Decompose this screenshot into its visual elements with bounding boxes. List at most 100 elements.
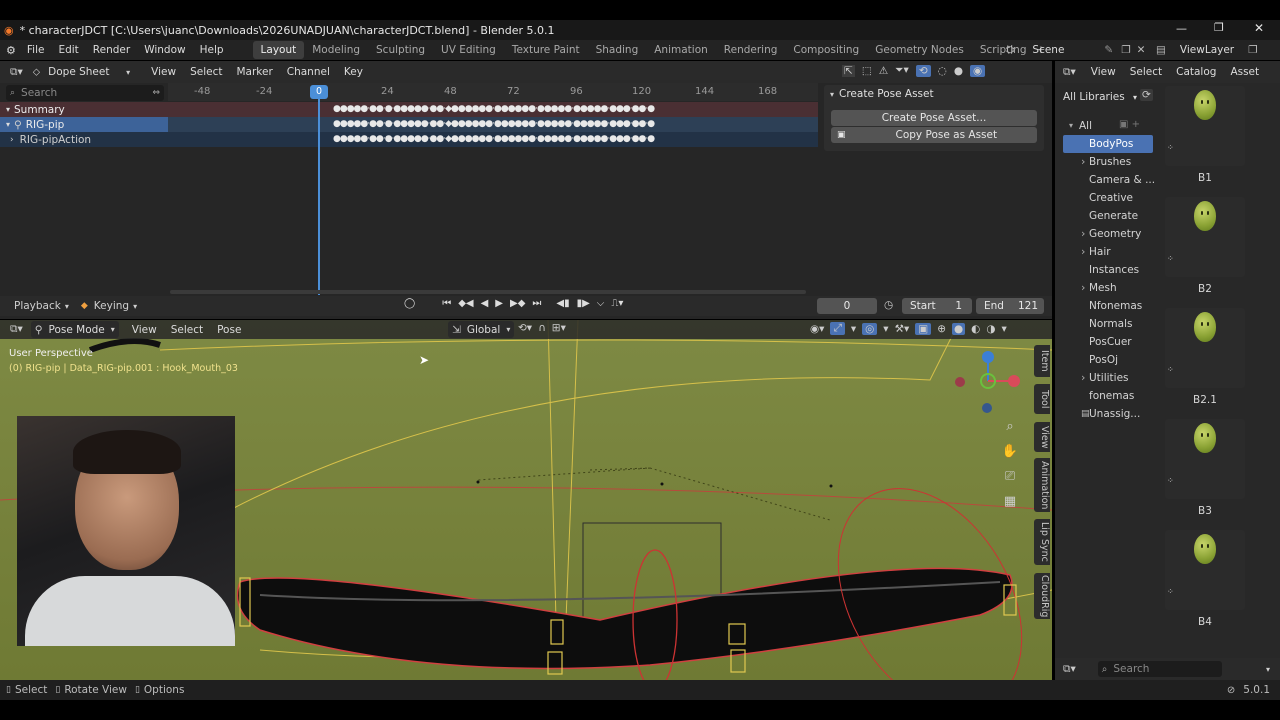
asset-thumbnail[interactable]: ⁘	[1165, 530, 1245, 610]
catalog-nfonemas[interactable]: Nfonemas	[1063, 297, 1153, 315]
dopesheet-menu-view[interactable]: View	[144, 66, 183, 78]
overlay-icon[interactable]: ◎	[862, 322, 878, 335]
catalog-hair[interactable]: › Hair	[1063, 243, 1153, 261]
gizmo-dropdown-icon[interactable]: ▾	[851, 323, 856, 335]
tab-sculpting[interactable]: Sculpting	[368, 41, 433, 59]
editor-type-icon[interactable]: ⧉▾	[1063, 66, 1076, 79]
catalog-normals[interactable]: Normals	[1063, 315, 1153, 333]
viewport-tab-animation[interactable]: Animation	[1034, 458, 1050, 512]
asset-item[interactable]: ⁘ B3	[1165, 419, 1245, 517]
catalog-mesh[interactable]: › Mesh	[1063, 279, 1153, 297]
jump-end-icon[interactable]: ⏭	[532, 298, 541, 309]
new-catalog-icon[interactable]: ▣ +	[1119, 119, 1140, 130]
start-frame-field[interactable]: Start 1	[902, 298, 972, 314]
chevron-right-icon[interactable]: ›	[1081, 279, 1085, 297]
catalog-creative[interactable]: Creative	[1063, 189, 1153, 207]
editor-type-icon[interactable]: ⧉▾	[10, 323, 23, 336]
sync-icon[interactable]: ⌵	[597, 298, 605, 309]
asset-menu-select[interactable]: Select	[1123, 66, 1169, 78]
tab-layout[interactable]: Layout	[252, 41, 305, 59]
viewport-tab-tool[interactable]: Tool	[1034, 384, 1050, 414]
jump-start-icon[interactable]: ⏮	[442, 298, 451, 309]
refresh-icon[interactable]: ⟳	[1140, 89, 1153, 101]
play-icon[interactable]: ▶	[495, 298, 503, 309]
tab-animation[interactable]: Animation	[646, 41, 716, 59]
asset-search-input[interactable]: ⌕ Search	[1097, 661, 1222, 677]
copy-pose-button[interactable]: ▣ Copy Pose as Asset	[831, 127, 1037, 143]
viewport-menu-pose[interactable]: Pose	[210, 324, 248, 336]
axis-gizmo[interactable]	[950, 345, 1024, 415]
viewport-tab-cloudrig[interactable]: CloudRig	[1034, 573, 1050, 619]
proportional-icon[interactable]: ◌	[938, 65, 947, 77]
tab-uv-editing[interactable]: UV Editing	[433, 41, 504, 59]
asset-thumbnail[interactable]: ⁘	[1165, 308, 1245, 388]
viewport-menu-select[interactable]: Select	[164, 324, 210, 336]
record-icon[interactable]: ◯	[404, 298, 415, 309]
library-dropdown[interactable]: All Libraries ▾	[1063, 89, 1137, 105]
clock-icon[interactable]: ◷	[884, 299, 893, 311]
snap-magnet-icon[interactable]: ∩	[538, 322, 546, 334]
timeline-scrollbar[interactable]	[170, 290, 806, 294]
snap-icon[interactable]: ⟲	[915, 64, 931, 77]
shading-dropdown-icon[interactable]: ▾	[1002, 323, 1007, 335]
catalog-utilities[interactable]: › Utilities	[1063, 369, 1153, 387]
zoom-icon[interactable]: ⌕	[999, 416, 1021, 438]
catalog-geometry[interactable]: › Geometry	[1063, 225, 1153, 243]
pose-asset-header[interactable]: ▾ Create Pose Asset	[830, 85, 1044, 103]
pin-icon[interactable]: ✎	[1104, 44, 1113, 56]
playback-menu[interactable]: Playback ▾	[14, 300, 69, 312]
xray-icon[interactable]: ▣	[915, 322, 932, 335]
wireframe-shading-icon[interactable]: ⊕	[937, 323, 946, 335]
asset-thumbnail[interactable]: ⁘	[1165, 197, 1245, 277]
menu-edit[interactable]: Edit	[51, 44, 85, 56]
material-shading-icon[interactable]: ◐	[971, 323, 980, 335]
viewport-tab-lip-sync[interactable]: Lip Sync	[1034, 519, 1050, 565]
viewport-tab-item[interactable]: Item	[1034, 345, 1050, 377]
minimize-icon[interactable]: —	[1176, 22, 1187, 35]
blender-menu-icon[interactable]: ⚙	[6, 44, 16, 57]
viewport-3d[interactable]	[0, 320, 1052, 680]
visibility-icon[interactable]: ◉▾	[810, 323, 824, 335]
search-input[interactable]: ⌕ Search ⇔	[6, 85, 164, 101]
end-frame-field[interactable]: End 121	[976, 298, 1044, 314]
keying-menu[interactable]: ◆ Keying ▾	[81, 300, 137, 312]
catalog-brushes[interactable]: › Brushes	[1063, 153, 1153, 171]
bone-overlay-icon[interactable]: ⚒▾	[895, 323, 910, 335]
auto-key-icon[interactable]: ⎍▾	[611, 298, 623, 309]
gizmo-icon[interactable]: ⤢	[830, 322, 845, 335]
pose-mode-dropdown[interactable]: ⚲ Pose Mode ▾	[30, 321, 119, 338]
next-marker-icon[interactable]: ▮▶	[577, 298, 590, 309]
filter-icon[interactable]: ⏷▾	[895, 64, 909, 77]
editor-type-icon[interactable]: ⧉▾	[1063, 663, 1076, 676]
keyframe-icon[interactable]: ●	[954, 65, 963, 77]
rendered-shading-icon[interactable]: ◑	[986, 323, 995, 335]
catalog-poscuer[interactable]: PosCuer	[1063, 333, 1153, 351]
menu-help[interactable]: Help	[193, 44, 231, 56]
camera-icon[interactable]: ⎚	[999, 466, 1021, 488]
tab-modeling[interactable]: Modeling	[304, 41, 368, 59]
asset-item[interactable]: ⁘ B4	[1165, 530, 1245, 628]
play-reverse-icon[interactable]: ◀	[481, 298, 489, 309]
pivot-icon[interactable]: ⟲▾	[518, 322, 532, 334]
chevron-down-icon[interactable]: ▾	[1266, 665, 1270, 674]
scene-selector[interactable]: ⛭ Scene ✎ ❐ ✕	[1006, 41, 1145, 59]
warning-icon[interactable]: ⚠	[879, 65, 888, 77]
pan-hand-icon[interactable]: ✋	[999, 441, 1021, 463]
maximize-icon[interactable]: ❐	[1214, 21, 1224, 34]
asset-menu-view[interactable]: View	[1084, 66, 1123, 78]
overlay-icon[interactable]: ◉	[969, 64, 986, 77]
current-frame-field[interactable]: 0	[817, 298, 877, 314]
asset-menu-catalog[interactable]: Catalog	[1169, 66, 1223, 78]
select-tool-icon[interactable]: ⇱	[842, 64, 855, 77]
prev-marker-icon[interactable]: ◀▮	[556, 298, 569, 309]
viewport-tab-view[interactable]: View	[1034, 422, 1050, 452]
asset-menu-asset[interactable]: Asset	[1223, 66, 1266, 78]
swap-icon[interactable]: ⇔	[152, 88, 160, 98]
create-pose-asset-button[interactable]: Create Pose Asset...	[831, 110, 1037, 126]
box-select-icon[interactable]: ⬚	[862, 65, 872, 77]
chevron-right-icon[interactable]: ›	[1081, 225, 1085, 243]
menu-render[interactable]: Render	[86, 44, 137, 56]
dopesheet-menu-channel[interactable]: Channel	[280, 66, 337, 78]
tab-compositing[interactable]: Compositing	[785, 41, 867, 59]
view-layer-selector[interactable]: ▤ ViewLayer ❐	[1156, 41, 1258, 59]
